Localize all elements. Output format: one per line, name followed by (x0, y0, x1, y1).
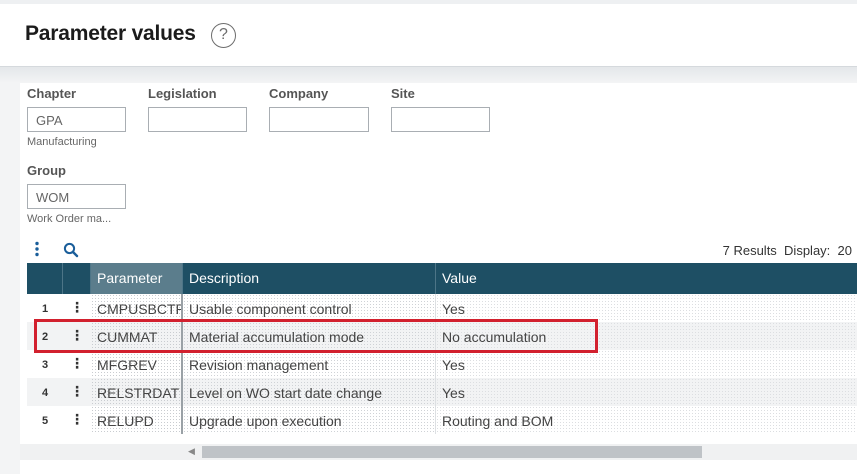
table-row[interactable]: 3 ⋮ MFGREV Revision management Yes (27, 350, 857, 378)
parameter-cell[interactable]: MFGREV (91, 350, 183, 378)
header-parameter[interactable]: Parameter (91, 263, 183, 294)
row-menu-icon[interactable]: ⋮ (63, 406, 91, 434)
value-cell[interactable]: No accumulation (436, 322, 857, 350)
chapter-description: Manufacturing (27, 136, 97, 148)
description-cell[interactable]: Upgrade upon execution (183, 406, 436, 434)
value-cell[interactable]: Yes (436, 350, 857, 378)
company-field[interactable] (269, 107, 369, 132)
scrollbar-thumb[interactable] (202, 446, 702, 458)
header-row-number (27, 263, 63, 294)
description-cell[interactable]: Usable component control (183, 294, 436, 322)
row-number: 5 (41, 415, 49, 427)
parameter-card: Chapter GPA Manufacturing Legislation Co… (20, 83, 857, 474)
row-number: 3 (41, 359, 49, 371)
chapter-label: Chapter (27, 86, 77, 101)
table-row[interactable]: 2 ⋮ CUMMAT Material accumulation mode No… (27, 322, 857, 350)
description-cell[interactable]: Material accumulation mode (183, 322, 436, 350)
results-info: 7 Results Display: 20 (723, 243, 852, 258)
display-value[interactable]: 20 (838, 243, 852, 258)
grid-header: Parameter Description Value (27, 263, 857, 294)
search-icon[interactable] (63, 242, 79, 263)
table-row[interactable]: 1 ⋮ CMPUSBCTRL Usable component control … (27, 294, 857, 322)
row-menu-icon[interactable]: ⋮ (63, 294, 91, 322)
group-description: Work Order ma... (27, 213, 112, 225)
vertical-ellipsis-icon[interactable] (34, 241, 40, 262)
header-value[interactable]: Value (436, 263, 857, 294)
value-cell[interactable]: Yes (436, 378, 857, 406)
row-number: 2 (41, 331, 49, 343)
parameter-cell[interactable]: RELSTRDAT (91, 378, 183, 406)
value-cell[interactable]: Routing and BOM (436, 406, 857, 434)
legislation-field[interactable] (148, 107, 247, 132)
content-panel: Chapter GPA Manufacturing Legislation Co… (0, 83, 857, 474)
value-cell[interactable]: Yes (436, 294, 857, 322)
help-icon[interactable]: ? (211, 23, 236, 48)
description-cell[interactable]: Revision management (183, 350, 436, 378)
row-menu-icon[interactable]: ⋮ (63, 378, 91, 406)
row-number: 1 (41, 303, 49, 315)
company-label: Company (269, 86, 329, 101)
description-cell[interactable]: Level on WO start date change (183, 378, 436, 406)
table-row[interactable]: 5 ⋮ RELUPD Upgrade upon execution Routin… (27, 406, 857, 434)
header-shadow (0, 67, 857, 83)
parameter-cell[interactable]: CUMMAT (91, 322, 183, 350)
row-menu-icon[interactable]: ⋮ (63, 322, 91, 350)
site-label: Site (391, 86, 415, 101)
site-field[interactable] (391, 107, 490, 132)
page-header: Parameter values ? (0, 4, 857, 67)
parameter-cell[interactable]: CMPUSBCTRL (91, 294, 183, 322)
page-title: Parameter values (25, 22, 196, 45)
group-field[interactable]: WOM (27, 184, 126, 209)
chapter-field[interactable]: GPA (27, 107, 126, 132)
row-number: 4 (41, 387, 49, 399)
scroll-left-icon[interactable]: ◀ (188, 446, 195, 457)
row-menu-icon[interactable]: ⋮ (63, 350, 91, 378)
legislation-label: Legislation (148, 86, 217, 101)
parameter-cell[interactable]: RELUPD (91, 406, 183, 434)
table-row[interactable]: 4 ⋮ RELSTRDAT Level on WO start date cha… (27, 378, 857, 406)
parameter-grid: Parameter Description Value 1 ⋮ CMPUSBCT… (27, 263, 857, 434)
results-count: 7 Results (722, 243, 777, 258)
group-label: Group (27, 163, 66, 178)
header-row-menu (63, 263, 91, 294)
header-description[interactable]: Description (183, 263, 436, 294)
horizontal-scrollbar[interactable]: ◀ (20, 444, 857, 460)
display-label: Display: (784, 243, 831, 258)
